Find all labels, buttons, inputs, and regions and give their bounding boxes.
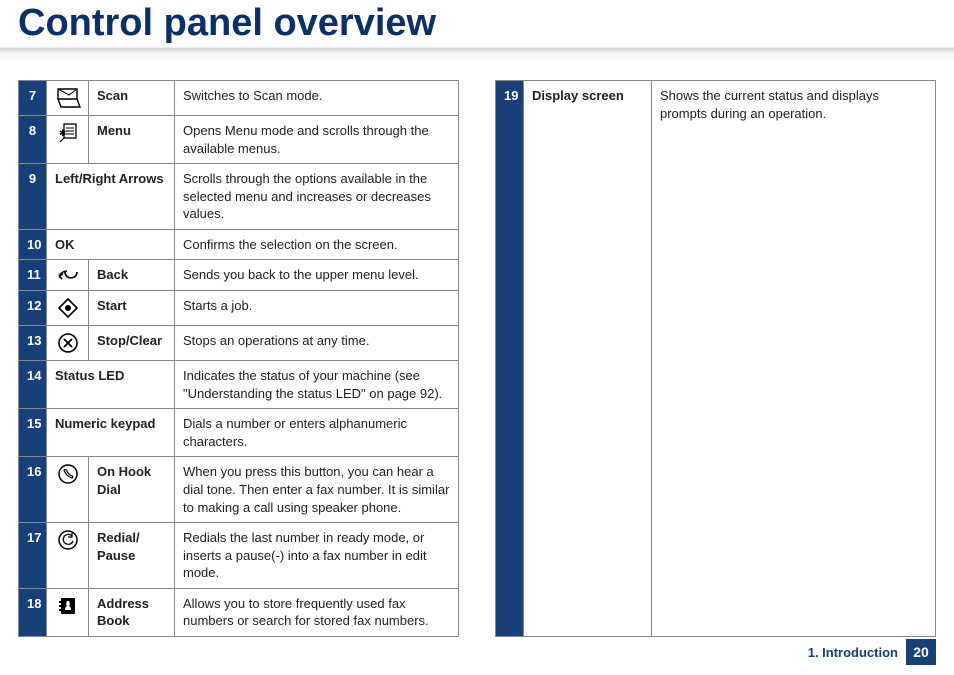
row-desc: Dials a number or enters alphanumeric ch…	[175, 409, 459, 457]
footer: 1. Introduction 20	[808, 639, 936, 665]
row-desc: When you press this button, you can hear…	[175, 457, 459, 523]
row-name: OK	[47, 229, 175, 260]
row-name: Status LED	[47, 361, 175, 409]
row-desc: Indicates the status of your machine (se…	[175, 361, 459, 409]
table-row: 13 Stop/Clear Stops an operations at any…	[19, 326, 459, 361]
page-title: Control panel overview	[18, 0, 954, 45]
table-row: 17 Redial/ Pause Redials the last number…	[19, 523, 459, 589]
row-name: Redial/ Pause	[89, 523, 175, 589]
content: 7 Scan Switches to Scan mode. 8	[0, 62, 954, 637]
row-number: 10	[19, 229, 47, 260]
row-desc: Sends you back to the upper menu level.	[175, 260, 459, 291]
table-row: 11 Back Sends you back to the upper menu…	[19, 260, 459, 291]
row-name: Left/Right Arrows	[47, 164, 175, 230]
back-icon	[47, 260, 89, 291]
row-name: On Hook Dial	[89, 457, 175, 523]
row-number: 19	[496, 81, 524, 637]
row-number: 15	[19, 409, 47, 457]
row-number: 9	[19, 164, 47, 230]
page-number: 20	[906, 639, 936, 665]
row-desc: Opens Menu mode and scrolls through the …	[175, 116, 459, 164]
control-panel-table-right: 19 Display screen Shows the current stat…	[495, 80, 936, 637]
table-row: 15 Numeric keypad Dials a number or ente…	[19, 409, 459, 457]
table-row: 7 Scan Switches to Scan mode.	[19, 81, 459, 116]
row-number: 14	[19, 361, 47, 409]
redial-icon	[47, 523, 89, 589]
row-desc: Allows you to store frequently used fax …	[175, 588, 459, 636]
table-row: 18 Address Book Allows you to store freq…	[19, 588, 459, 636]
row-number: 17	[19, 523, 47, 589]
row-desc: Starts a job.	[175, 291, 459, 326]
row-number: 18	[19, 588, 47, 636]
table-row: 12 Start Starts a job.	[19, 291, 459, 326]
row-desc: Scrolls through the options available in…	[175, 164, 459, 230]
row-name: Display screen	[524, 81, 652, 637]
row-number: 11	[19, 260, 47, 291]
row-number: 12	[19, 291, 47, 326]
page: Control panel overview 7	[0, 0, 954, 675]
row-desc: Shows the current status and displays pr…	[652, 81, 936, 637]
row-name: Menu	[89, 116, 175, 164]
table-row: 14 Status LED Indicates the status of yo…	[19, 361, 459, 409]
table-row: 9 Left/Right Arrows Scrolls through the …	[19, 164, 459, 230]
row-number: 13	[19, 326, 47, 361]
row-name: Address Book	[89, 588, 175, 636]
row-name: Start	[89, 291, 175, 326]
row-desc: Confirms the selection on the screen.	[175, 229, 459, 260]
row-name: Numeric keypad	[47, 409, 175, 457]
table-row: 19 Display screen Shows the current stat…	[496, 81, 936, 637]
stop-icon	[47, 326, 89, 361]
menu-icon: ✱	[47, 116, 89, 164]
row-number: 16	[19, 457, 47, 523]
title-shadow	[0, 47, 954, 62]
title-bar: Control panel overview	[0, 0, 954, 45]
row-name: Back	[89, 260, 175, 291]
table-row: 8 ✱ Menu Opens Menu mode and scrolls thr…	[19, 116, 459, 164]
onhook-icon	[47, 457, 89, 523]
table-row: 10 OK Confirms the selection on the scre…	[19, 229, 459, 260]
row-number: 8	[19, 116, 47, 164]
row-desc: Redials the last number in ready mode, o…	[175, 523, 459, 589]
svg-text:✱: ✱	[59, 128, 67, 138]
row-desc: Stops an operations at any time.	[175, 326, 459, 361]
row-name: Scan	[89, 81, 175, 116]
scan-icon	[47, 81, 89, 116]
row-desc: Switches to Scan mode.	[175, 81, 459, 116]
table-row: 16 On Hook Dial When you press this butt…	[19, 457, 459, 523]
row-number: 7	[19, 81, 47, 116]
control-panel-table-left: 7 Scan Switches to Scan mode. 8	[18, 80, 459, 637]
chapter-label: 1. Introduction	[808, 645, 898, 660]
row-name: Stop/Clear	[89, 326, 175, 361]
address-icon	[47, 588, 89, 636]
start-icon	[47, 291, 89, 326]
